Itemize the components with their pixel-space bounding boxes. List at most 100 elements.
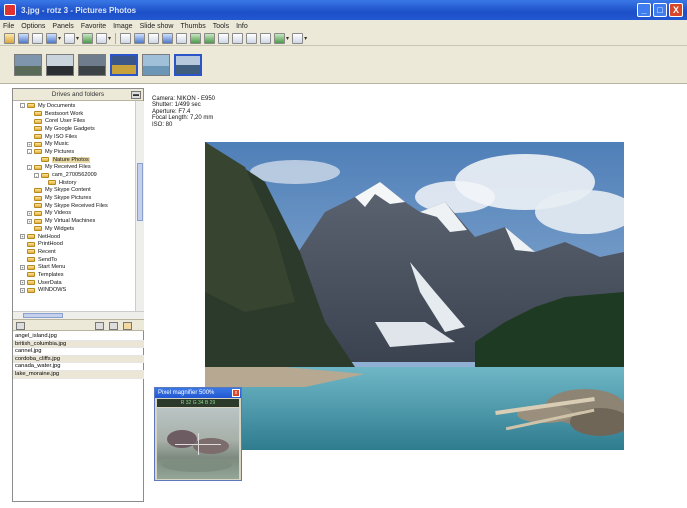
menu-file[interactable]: File	[3, 23, 14, 30]
main-photo[interactable]	[205, 142, 624, 450]
close-button[interactable]: X	[669, 3, 683, 17]
expand-icon[interactable]: +	[20, 234, 25, 240]
tree-item[interactable]: PrintHood	[13, 240, 135, 248]
tree-item[interactable]: + My Music	[13, 140, 135, 148]
tree-item[interactable]: + My Virtual Machines	[13, 217, 135, 225]
tree-item[interactable]: + UserData	[13, 279, 135, 287]
text-icon[interactable]	[120, 33, 132, 44]
list-view-icon[interactable]	[95, 322, 104, 330]
options-icon[interactable]	[274, 33, 286, 44]
expand-icon[interactable]: +	[20, 287, 25, 293]
file-list-item[interactable]: cannel.jpg	[13, 348, 144, 356]
expand-icon[interactable]: +	[27, 218, 32, 224]
tree-horizontal-scrollbar[interactable]	[13, 311, 144, 319]
collapse-icon[interactable]: -	[27, 149, 32, 155]
save-icon[interactable]	[64, 33, 76, 44]
tree-item[interactable]: + My Videos	[13, 210, 135, 218]
thumbnail-5[interactable]	[142, 53, 170, 76]
minimize-button[interactable]: _	[637, 3, 651, 17]
expand-icon[interactable]: +	[27, 210, 32, 216]
maximize-button[interactable]: □	[653, 3, 667, 17]
scrollbar-thumb[interactable]	[137, 163, 143, 221]
thumbnail-6[interactable]	[174, 53, 202, 76]
tree-item[interactable]: My Skype Content	[13, 187, 135, 195]
panel-menu-button[interactable]: ▬	[131, 91, 141, 99]
menu-thumbs[interactable]: Thumbs	[180, 23, 205, 30]
last-icon[interactable]	[246, 33, 258, 44]
tree-item[interactable]: - My Received Files	[13, 164, 135, 172]
chevron-down-icon[interactable]: ▾	[108, 35, 111, 42]
chevron-down-icon[interactable]: ▾	[76, 35, 79, 42]
thumbnail-2[interactable]	[46, 53, 74, 76]
tree-item[interactable]: Nature Photos	[13, 156, 135, 164]
tree-item[interactable]: History	[13, 179, 135, 187]
open-icon[interactable]	[4, 33, 15, 44]
collapse-icon[interactable]: -	[27, 164, 32, 170]
window-title: 3.jpg - rotz 3 - Pictures Photos	[21, 5, 137, 15]
menu-tools[interactable]: Tools	[213, 23, 229, 30]
thumbnail-3[interactable]	[78, 53, 106, 76]
collapse-icon[interactable]: -	[34, 172, 39, 178]
menu-slideshow[interactable]: Slide show	[140, 23, 174, 30]
file-list-item[interactable]: angel_island.jpg	[13, 333, 144, 341]
chevron-down-icon[interactable]: ▾	[58, 35, 61, 42]
tree-item[interactable]: My Skype Received Files	[13, 202, 135, 210]
pixel-magnifier-window[interactable]: Pixel magnifier 500% x R 32 G 34 B 29	[154, 387, 242, 481]
zoom-out-icon[interactable]	[176, 33, 188, 44]
zoom-in-icon[interactable]	[162, 33, 174, 44]
tree-item[interactable]: My Skype Pictures	[13, 194, 135, 202]
tree-item[interactable]: Templates	[13, 271, 135, 279]
tree-item[interactable]: - My Pictures	[13, 148, 135, 156]
tree-item[interactable]: + Start Menu	[13, 263, 135, 271]
scrollbar-thumb[interactable]	[23, 313, 63, 318]
tree-item[interactable]: My Widgets	[13, 225, 135, 233]
fullscreen-icon[interactable]	[96, 33, 108, 44]
grid-icon[interactable]	[134, 33, 146, 44]
thumbnail-1[interactable]	[14, 53, 42, 76]
tree-item[interactable]: My ISO Files	[13, 133, 135, 141]
magnifier-title-bar[interactable]: Pixel magnifier 500% x	[155, 388, 241, 398]
tree-item[interactable]: Recent	[13, 248, 135, 256]
menu-info[interactable]: Info	[236, 23, 248, 30]
file-list-item[interactable]: cordoba_cliffs.jpg	[13, 355, 144, 364]
collapse-icon[interactable]: -	[20, 103, 25, 109]
tree-vertical-scrollbar[interactable]	[135, 101, 144, 311]
expand-icon[interactable]: +	[20, 280, 25, 286]
bar-icon[interactable]	[148, 33, 160, 44]
tree-item[interactable]: SendTo	[13, 256, 135, 264]
prev-icon[interactable]	[204, 33, 216, 44]
delete-icon[interactable]	[260, 33, 272, 44]
file-list-item[interactable]: canada_water.jpg	[13, 363, 144, 371]
tree-item[interactable]: Bestsoort Work	[13, 110, 135, 118]
tree-item[interactable]: - cam_2700562009	[13, 171, 135, 179]
expand-icon[interactable]: +	[27, 141, 32, 147]
rotate-icon[interactable]	[82, 33, 94, 44]
chevron-down-icon[interactable]: ▾	[304, 35, 307, 42]
menu-options[interactable]: Options	[21, 23, 45, 30]
file-list-item[interactable]: lake_moraine.jpg	[13, 370, 144, 379]
fit-icon[interactable]	[190, 33, 202, 44]
help-icon[interactable]	[292, 33, 304, 44]
browse-icon[interactable]	[18, 33, 29, 44]
sort-icon[interactable]	[123, 322, 132, 330]
details-view-icon[interactable]	[109, 322, 118, 330]
tree-item[interactable]: - My Documents	[13, 102, 135, 110]
menu-image[interactable]: Image	[113, 23, 132, 30]
slideshow-icon[interactable]	[46, 33, 57, 44]
chevron-down-icon[interactable]: ▾	[286, 35, 289, 42]
menu-panels[interactable]: Panels	[52, 23, 73, 30]
back-icon[interactable]	[16, 322, 25, 330]
tree-item[interactable]: + WINDOWS	[13, 287, 135, 295]
tree-item[interactable]: Corel User Files	[13, 117, 135, 125]
menu-favorite[interactable]: Favorite	[81, 23, 106, 30]
thumbnail-4[interactable]	[110, 53, 138, 76]
app-icon[interactable]	[4, 4, 16, 16]
thumbs-icon[interactable]	[32, 33, 43, 44]
first-icon[interactable]	[232, 33, 244, 44]
expand-icon[interactable]: +	[20, 264, 25, 270]
next-icon[interactable]	[218, 33, 230, 44]
tree-item[interactable]: My Google Gadgets	[13, 125, 135, 133]
tree-item[interactable]: + NetHood	[13, 233, 135, 241]
magnifier-close-button[interactable]: x	[232, 389, 240, 397]
file-list-item[interactable]: british_columbia.jpg	[13, 340, 144, 349]
